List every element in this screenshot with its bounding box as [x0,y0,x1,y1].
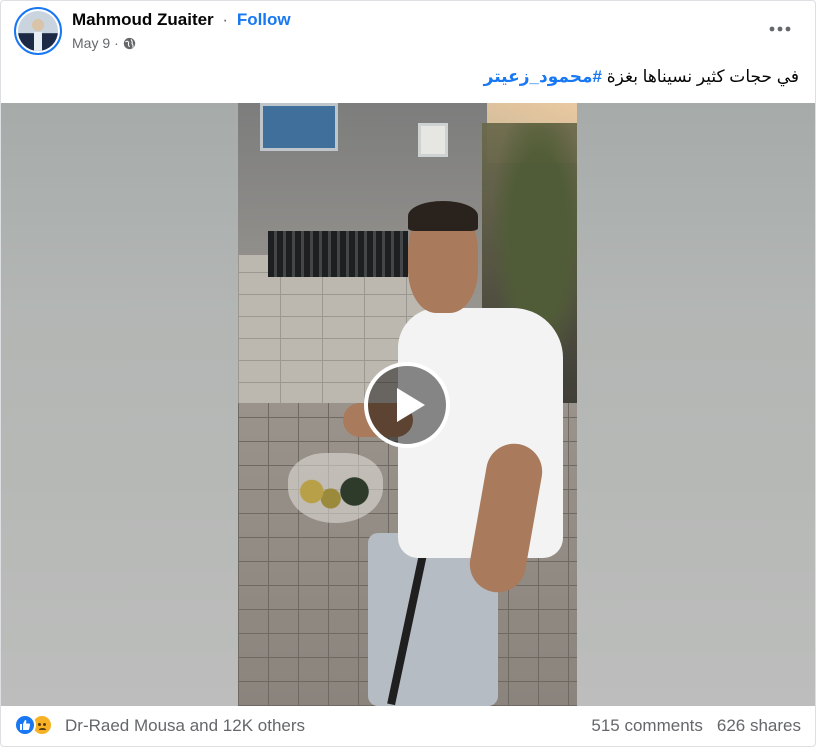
more-horizontal-icon [769,26,791,32]
comments-count[interactable]: 515 comments [591,716,703,736]
play-button[interactable] [364,362,450,448]
caption-text: في حجات كثير نسيناها بغزة [601,67,799,86]
like-icon [14,714,36,736]
more-options-button[interactable] [765,17,795,41]
shares-count[interactable]: 626 shares [717,716,801,736]
follow-button[interactable]: Follow [237,10,291,29]
post-caption: في حجات كثير نسيناها بغزة #محمود_زعيتر [484,67,799,87]
post-date[interactable]: May 9 [72,35,110,51]
video-scene-window-small [418,123,448,157]
thumbs-up-icon [20,720,31,730]
hashtag-link[interactable]: #محمود_زعيتر [484,67,602,86]
facebook-post: Mahmoud Zuaiter · Follow May 9 · في حجات… [0,0,816,747]
video-scene-window [260,103,338,151]
meta-separator-dot: · [114,35,119,51]
play-icon [396,388,425,422]
sad-mouth [39,728,46,731]
author-line: Mahmoud Zuaiter · Follow [72,10,291,30]
video-scene-hair [408,201,478,231]
post-meta: May 9 · [72,35,136,51]
video-container[interactable] [1,103,815,706]
post-footer: Dr-Raed Mousa and 12K others 515 comment… [1,706,815,746]
video-scene-produce-bag [288,453,383,523]
reaction-icons[interactable] [14,714,53,736]
video-scene-grille [268,231,408,277]
post-header: Mahmoud Zuaiter · Follow May 9 · [1,1,815,61]
reactors-summary[interactable]: Dr-Raed Mousa and 12K others [65,716,305,736]
author-name[interactable]: Mahmoud Zuaiter [72,10,214,29]
engagement-counts: 515 comments 626 shares [591,716,801,736]
avatar-image [18,11,58,51]
author-avatar[interactable] [14,7,62,55]
globe-icon [123,37,135,49]
separator-dot: · [222,10,229,29]
